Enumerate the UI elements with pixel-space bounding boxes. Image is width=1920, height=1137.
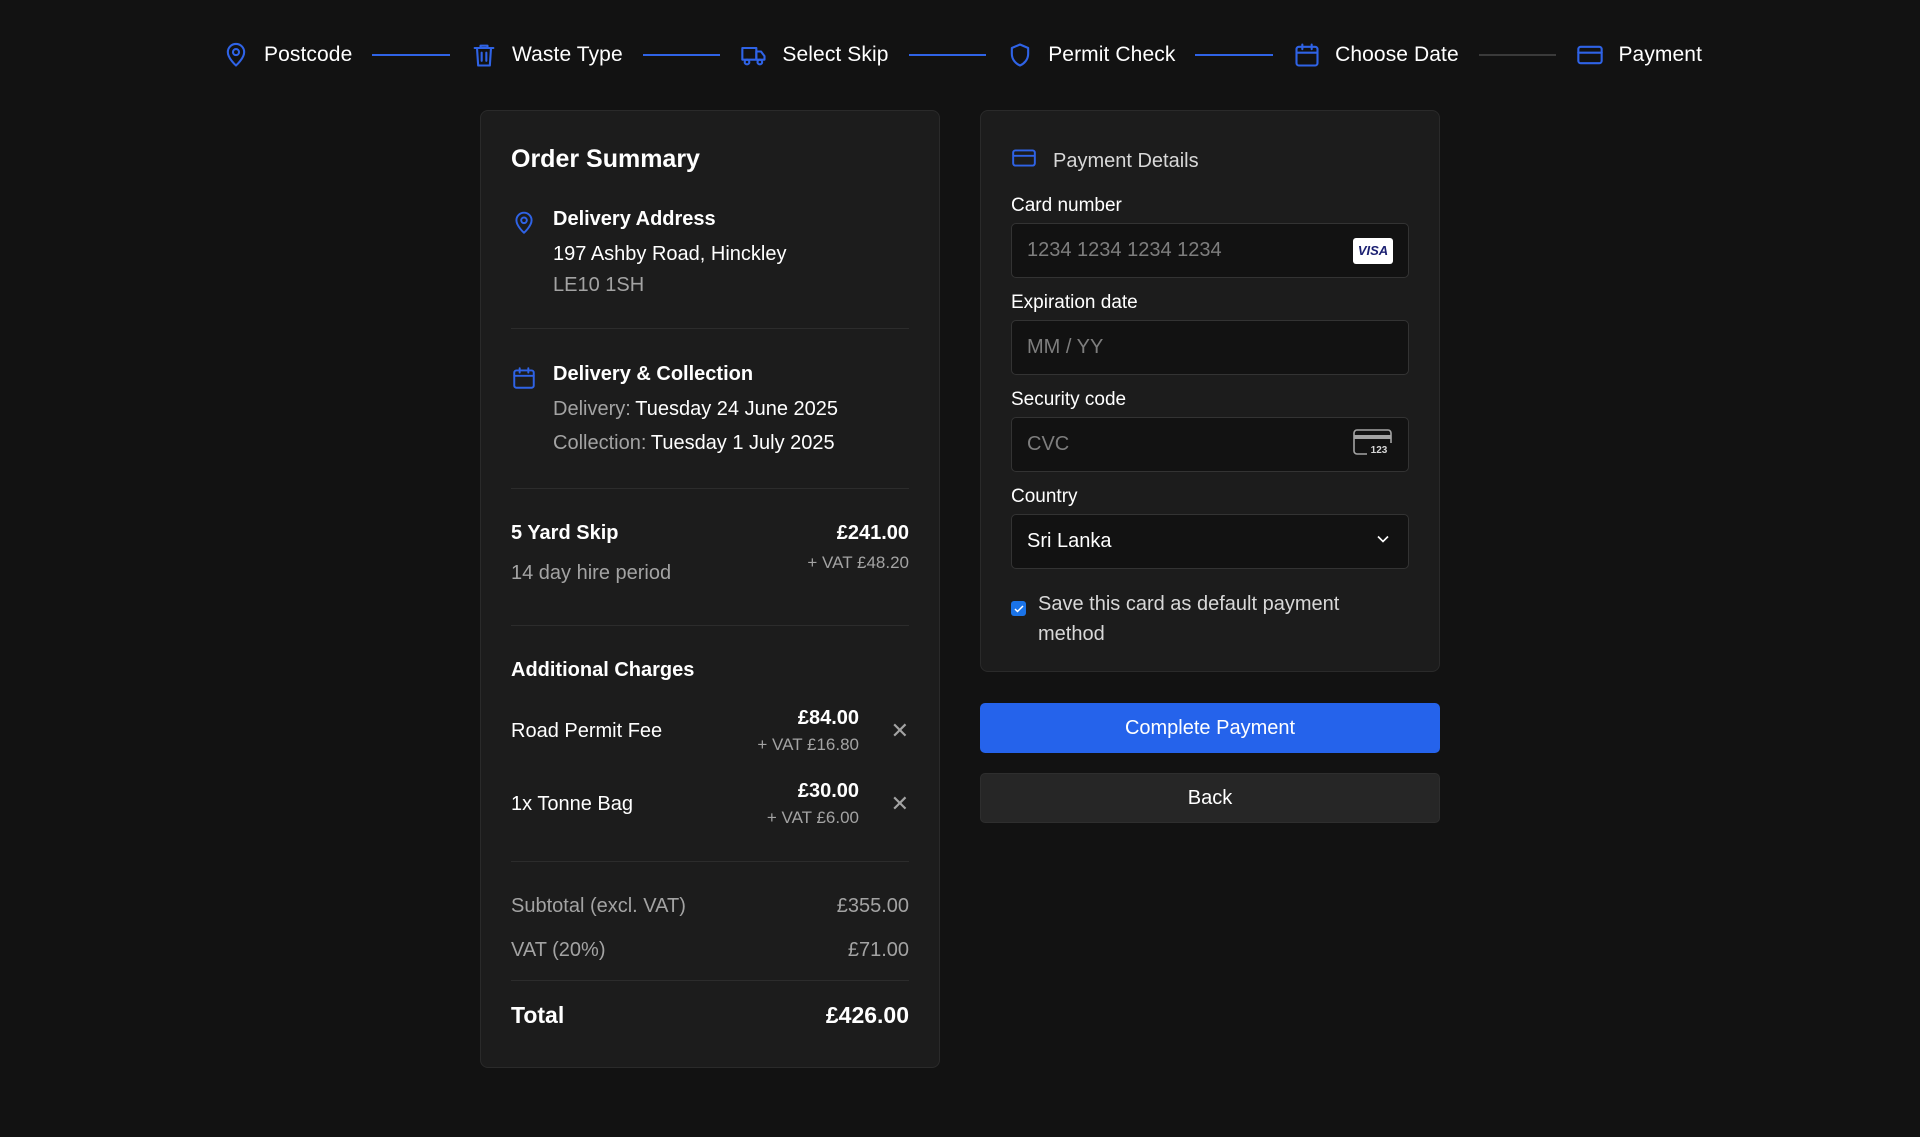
vat-label: VAT (20%) bbox=[511, 939, 606, 961]
vat-row: VAT (20%) £71.00 bbox=[511, 939, 909, 962]
back-button[interactable]: Back bbox=[980, 773, 1440, 823]
country-label: Country bbox=[1011, 486, 1078, 507]
schedule-section: Delivery & Collection Delivery: Tuesday … bbox=[511, 363, 909, 455]
map-pin-icon bbox=[511, 210, 537, 297]
step-label: Postcode bbox=[264, 43, 353, 66]
progress-stepper: Postcode Waste Type Select Skip Permit C… bbox=[222, 38, 1702, 72]
country-select[interactable]: Sri Lanka bbox=[1011, 514, 1409, 569]
step-label: Choose Date bbox=[1335, 43, 1459, 66]
collection-label: Collection: bbox=[553, 432, 647, 454]
chevron-down-icon bbox=[1373, 529, 1393, 555]
charge-row: 1x Tonne Bag £30.00 + VAT £6.00 ✕ bbox=[511, 780, 909, 828]
calendar-icon bbox=[1293, 41, 1321, 69]
check-icon bbox=[1013, 604, 1024, 613]
close-icon: ✕ bbox=[890, 791, 909, 816]
country-value: Sri Lanka bbox=[1027, 530, 1112, 552]
step-connector bbox=[642, 54, 721, 56]
divider bbox=[511, 861, 909, 862]
step-label: Waste Type bbox=[512, 43, 623, 66]
subtotal-row: Subtotal (excl. VAT) £355.00 bbox=[511, 895, 909, 918]
step-label: Permit Check bbox=[1048, 43, 1176, 66]
cvc-input[interactable] bbox=[1027, 433, 1353, 456]
cvc-icon-text: 123 bbox=[1371, 445, 1388, 456]
expiry-label: Expiration date bbox=[1011, 292, 1138, 313]
skip-vat: + VAT £48.20 bbox=[807, 553, 909, 572]
address-line: 197 Ashby Road, Hinckley bbox=[553, 243, 787, 265]
shield-icon bbox=[1006, 41, 1034, 69]
security-code-label: Security code bbox=[1011, 389, 1127, 410]
payment-details-header: Payment Details bbox=[1011, 145, 1409, 177]
skip-name: 5 Yard Skip bbox=[511, 522, 619, 544]
divider bbox=[511, 488, 909, 489]
delivery-address-section: Delivery Address 197 Ashby Road, Hinckle… bbox=[511, 208, 909, 297]
step-connector bbox=[908, 54, 987, 56]
save-card-label: Save this card as default payment method bbox=[1038, 593, 1340, 645]
trash-icon bbox=[470, 41, 498, 69]
card-number-label: Card number bbox=[1011, 195, 1122, 216]
step-connector bbox=[1195, 54, 1274, 56]
divider bbox=[511, 980, 909, 981]
card-number-field[interactable]: VISA bbox=[1011, 223, 1409, 278]
step-permit-check[interactable]: Permit Check bbox=[1006, 41, 1175, 69]
charge-row: Road Permit Fee £84.00 + VAT £16.80 ✕ bbox=[511, 707, 909, 755]
step-connector bbox=[372, 54, 451, 56]
map-pin-icon bbox=[222, 41, 250, 69]
skip-line-item: 5 Yard Skip 14 day hire period £241.00 +… bbox=[511, 522, 909, 585]
payment-details-panel: Payment Details Card number VISA Expirat… bbox=[980, 110, 1440, 672]
schedule-title: Delivery & Collection bbox=[553, 363, 754, 385]
vat-value: £71.00 bbox=[847, 939, 909, 961]
card-number-input[interactable] bbox=[1027, 239, 1353, 262]
total-row: Total £426.00 bbox=[511, 1002, 909, 1029]
step-payment[interactable]: Payment bbox=[1576, 41, 1702, 69]
additional-charges-title: Additional Charges bbox=[511, 659, 695, 681]
skip-period: 14 day hire period bbox=[511, 562, 672, 584]
remove-charge-button[interactable]: ✕ bbox=[875, 791, 909, 817]
charge-vat: + VAT £16.80 bbox=[757, 735, 859, 754]
credit-card-icon bbox=[1011, 145, 1037, 177]
complete-payment-button[interactable]: Complete Payment bbox=[980, 703, 1440, 753]
charge-price: £30.00 bbox=[797, 780, 859, 802]
step-label: Select Skip bbox=[782, 43, 889, 66]
credit-card-icon bbox=[1576, 41, 1604, 69]
subtotal-label: Subtotal (excl. VAT) bbox=[511, 895, 686, 917]
close-icon: ✕ bbox=[890, 718, 909, 743]
charge-name: Road Permit Fee bbox=[511, 719, 663, 742]
step-waste-type[interactable]: Waste Type bbox=[470, 41, 623, 69]
save-card-checkbox[interactable] bbox=[1011, 601, 1026, 616]
delivery-address-title: Delivery Address bbox=[553, 208, 716, 230]
calendar-icon bbox=[511, 365, 537, 455]
delivery-date: Tuesday 24 June 2025 bbox=[635, 398, 838, 420]
total-value: £426.00 bbox=[825, 1002, 909, 1028]
skip-price: £241.00 bbox=[836, 522, 909, 544]
payment-details-title: Payment Details bbox=[1053, 149, 1199, 172]
divider bbox=[511, 328, 909, 329]
step-choose-date[interactable]: Choose Date bbox=[1293, 41, 1459, 69]
charge-price: £84.00 bbox=[797, 707, 859, 729]
collection-date: Tuesday 1 July 2025 bbox=[650, 432, 835, 454]
step-select-skip[interactable]: Select Skip bbox=[740, 41, 888, 69]
step-postcode[interactable]: Postcode bbox=[222, 41, 352, 69]
total-label: Total bbox=[511, 1002, 565, 1028]
divider bbox=[511, 625, 909, 626]
order-summary-panel: Order Summary Delivery Address 197 Ashby… bbox=[480, 110, 940, 1068]
expiry-field[interactable] bbox=[1011, 320, 1409, 375]
charge-vat: + VAT £6.00 bbox=[766, 808, 859, 827]
delivery-label: Delivery: bbox=[553, 398, 631, 420]
subtotal-value: £355.00 bbox=[836, 895, 909, 917]
step-connector bbox=[1478, 54, 1557, 56]
cvc-card-icon: 123 bbox=[1353, 428, 1393, 461]
step-label: Payment bbox=[1618, 43, 1703, 66]
save-card-option[interactable]: Save this card as default payment method bbox=[1011, 589, 1409, 649]
charge-name: 1x Tonne Bag bbox=[511, 792, 633, 815]
order-summary-title: Order Summary bbox=[511, 145, 700, 173]
remove-charge-button[interactable]: ✕ bbox=[875, 718, 909, 744]
expiry-input[interactable] bbox=[1027, 336, 1393, 359]
visa-card-icon: VISA bbox=[1353, 237, 1393, 264]
security-code-field[interactable]: 123 bbox=[1011, 417, 1409, 472]
truck-icon bbox=[740, 41, 768, 69]
address-postcode: LE10 1SH bbox=[553, 274, 645, 296]
